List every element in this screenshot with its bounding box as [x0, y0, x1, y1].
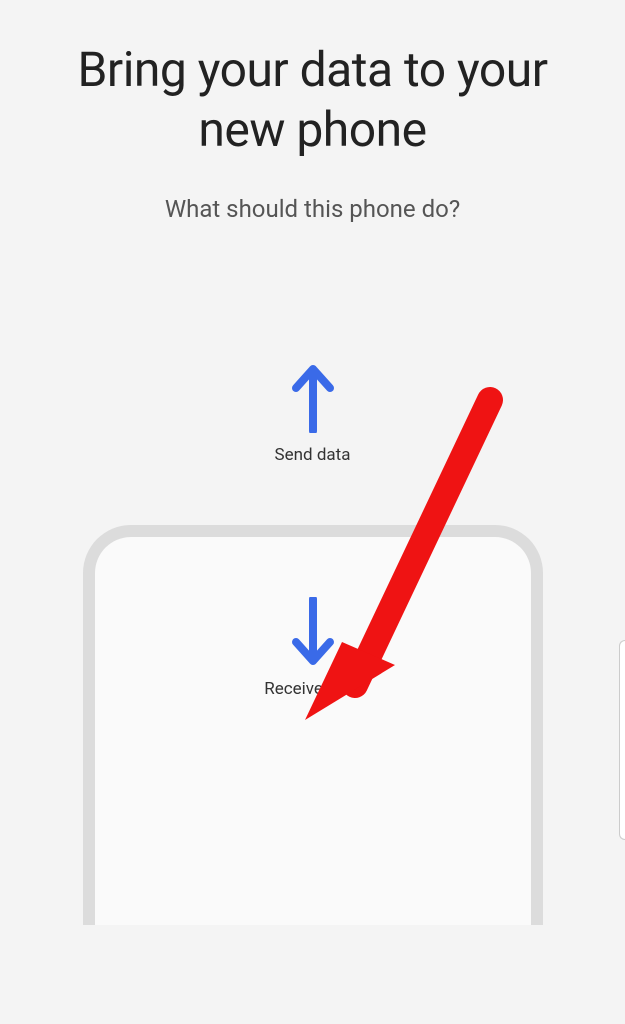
send-data-label: Send data	[275, 445, 351, 465]
receive-data-label: Receive data	[264, 679, 361, 699]
page-title: Bring your data to your new phone	[30, 40, 595, 160]
send-data-button[interactable]: Send data	[30, 363, 595, 465]
main-container: Bring your data to your new phone What s…	[0, 0, 625, 1024]
edge-panel-hint[interactable]	[619, 640, 625, 840]
arrow-up-icon	[288, 363, 338, 433]
receive-data-button[interactable]: Receive data	[83, 525, 543, 925]
arrow-down-icon	[288, 597, 338, 667]
page-subtitle: What should this phone do?	[30, 195, 595, 223]
